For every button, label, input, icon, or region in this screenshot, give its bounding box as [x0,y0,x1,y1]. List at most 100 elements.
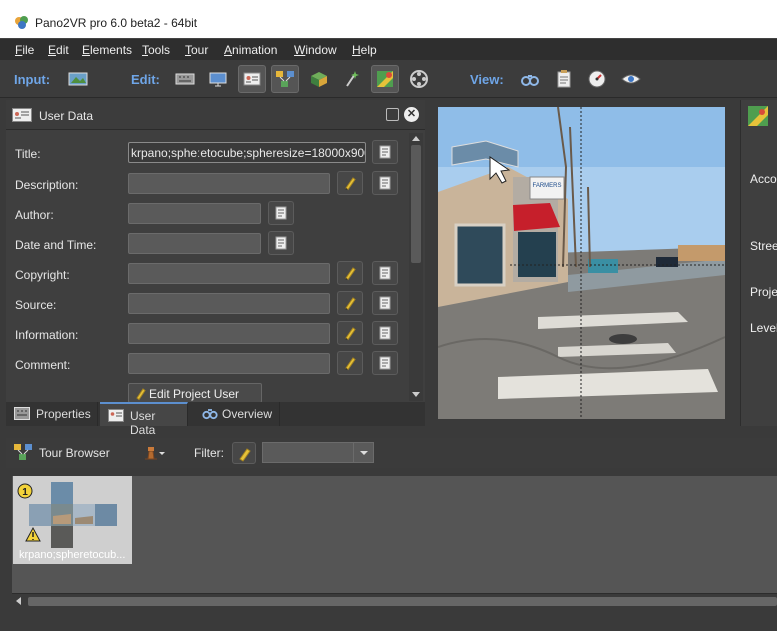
window-titlebar: Pano2VR pro 6.0 beta2 - 64bit [0,0,777,38]
menu-window[interactable]: Window [294,43,337,57]
tour-nodes-icon [14,444,32,460]
information-field[interactable] [128,323,330,344]
skin-button[interactable] [583,65,611,93]
chevron-down-icon[interactable] [353,443,373,462]
tour-browser-title: Tour Browser [39,446,110,460]
video-button[interactable] [405,65,433,93]
edit-project-user-data-button[interactable]: Edit Project User Data [128,383,262,415]
film-reel-icon [410,70,428,88]
description-field[interactable] [128,173,330,194]
menu-animation[interactable]: Animation [224,43,277,57]
animation-button[interactable] [338,65,366,93]
information-variables-button[interactable] [372,321,398,345]
author-field[interactable] [128,203,261,224]
tab-user-data[interactable]: User Data [100,402,188,437]
tab-overview[interactable]: Overview [194,402,280,426]
menu-help[interactable]: Help [352,43,377,57]
close-panel-button[interactable]: ✕ [404,107,419,122]
filter-select[interactable] [262,442,374,463]
tour-browser-scrollbar[interactable] [12,593,777,608]
output-button[interactable] [550,65,578,93]
panel-title: User Data [39,109,94,123]
copyright-field[interactable] [128,263,330,284]
node-thumbnail[interactable]: 1 krpano;spheretocub... [13,476,132,564]
properties-button[interactable] [171,65,199,93]
menu-edit[interactable]: Edit [48,43,69,57]
monitor-icon [209,72,227,87]
tour-browser-header: Tour Browser Filter: [6,438,777,468]
properties-icon [14,407,30,420]
title-field[interactable]: krpano;spheːetocube;spheresize=18000x900… [128,142,366,163]
scrollbar-thumb[interactable] [28,597,777,606]
source-field[interactable] [128,293,330,314]
title-variables-button[interactable] [372,140,398,164]
user-data-icon [108,409,124,422]
field-row-date-time: Date and Time: [6,231,406,257]
floor-plan-button[interactable] [305,65,333,93]
maps-button[interactable] [371,65,399,93]
field-row-source: Source: [6,291,406,317]
copyright-variables-button[interactable] [372,261,398,285]
scrollbar-thumb[interactable] [411,145,421,263]
field-label: Description: [15,178,79,192]
comment-variables-button[interactable] [372,351,398,375]
description-variables-button[interactable] [372,171,398,195]
binoculars-icon [202,409,218,420]
user-data-panel: User Data ✕ Title: krpano;spheːetocube;s… [6,100,425,415]
source-edit-button[interactable] [337,291,363,315]
menu-elements[interactable]: Elements [82,43,132,57]
copyright-edit-button[interactable] [337,261,363,285]
viewing-parameters-button[interactable] [204,65,232,93]
maps-panel: Accou Stree Projec Levels [740,100,777,426]
menu-tools[interactable]: Tools [142,43,170,57]
tour-nodes-icon [276,71,294,87]
tab-properties[interactable]: Properties [6,402,98,426]
user-data-button[interactable] [238,65,266,93]
google-maps-icon [377,71,393,87]
clipboard-icon [557,70,571,88]
description-edit-button[interactable] [337,171,363,195]
field-label: Information: [15,328,79,342]
information-edit-button[interactable] [337,321,363,345]
scroll-left-arrow[interactable] [16,597,21,605]
svg-text:FARMERS: FARMERS [532,183,561,189]
window-title: Pano2VR pro 6.0 beta2 - 64bit [35,16,198,30]
menu-tour[interactable]: Tour [185,43,208,57]
field-row-information: Information: [6,321,406,347]
document-icon [379,296,391,310]
comment-edit-button[interactable] [337,351,363,375]
panel-scrollbar[interactable] [409,133,423,401]
source-variables-button[interactable] [372,291,398,315]
status-bar [0,609,777,631]
panorama-viewport[interactable]: FARMERS [438,107,725,419]
date-time-field[interactable] [128,233,261,254]
import-panorama-button[interactable] [64,65,92,93]
panel-tabs: Properties User Data Overview [6,402,425,437]
field-row-description: Description: [6,171,406,197]
comment-field[interactable] [128,353,330,374]
filter-tag-button[interactable] [232,442,256,464]
projection-label: Projec [750,285,777,299]
date-time-variables-button[interactable] [268,231,294,255]
pencil-icon [136,388,146,401]
author-variables-button[interactable] [268,201,294,225]
pin-dropdown-icon[interactable] [141,443,167,463]
document-icon [275,236,287,250]
user-data-icon [12,108,32,122]
scroll-down-arrow[interactable] [412,392,420,397]
field-label: Title: [15,147,41,161]
preview-button[interactable] [516,65,544,93]
tour-browser-button[interactable] [271,65,299,93]
app-logo-icon [15,16,28,29]
eye-gear-icon [621,74,641,84]
pencil-icon [345,267,356,281]
document-icon [379,145,391,159]
node-caption: krpano;spheretocub... [19,549,126,561]
tour-browser-area[interactable]: 1 krpano;spheretocub... [12,476,777,593]
scroll-up-arrow[interactable] [412,136,420,141]
document-icon [275,206,287,220]
view-mode-button[interactable] [617,65,645,93]
menu-file[interactable]: File [15,43,34,57]
undock-panel-button[interactable] [386,108,399,121]
properties-icon [175,73,195,85]
